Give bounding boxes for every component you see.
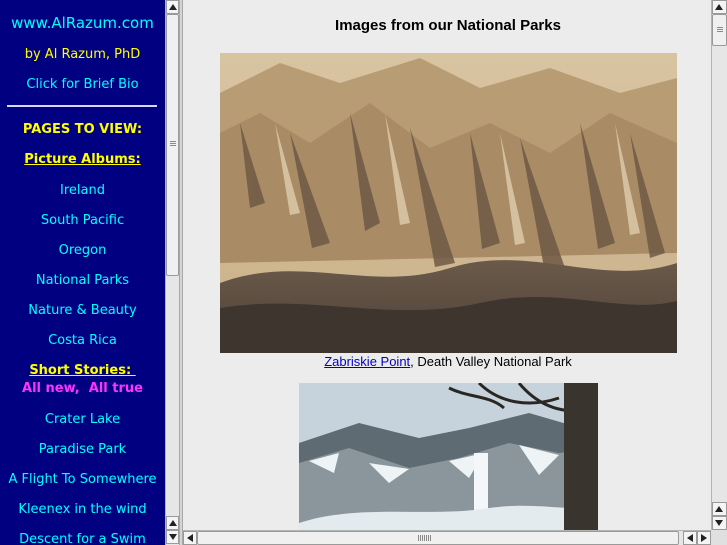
album-link-south-pacific[interactable]: South Pacific bbox=[0, 213, 165, 229]
main-content-frame: Images from our National Parks Zabriskie… bbox=[183, 0, 711, 530]
arrow-up-icon bbox=[169, 4, 177, 10]
scroll-left-button[interactable] bbox=[183, 531, 197, 545]
arrow-up-icon bbox=[715, 506, 723, 512]
main-frame-scrollbar[interactable] bbox=[711, 0, 727, 545]
brief-bio-link[interactable]: Click for Brief Bio bbox=[0, 77, 165, 93]
zabriskie-point-photo bbox=[220, 53, 677, 353]
scroll-down-button[interactable] bbox=[166, 530, 179, 544]
site-name-link[interactable]: www.AlRazum.com bbox=[0, 15, 165, 31]
sidebar-divider bbox=[7, 105, 157, 107]
scroll-right-button[interactable] bbox=[697, 531, 711, 545]
arrow-down-icon bbox=[169, 534, 177, 540]
arrow-up-icon bbox=[169, 520, 177, 526]
arrow-down-icon bbox=[715, 520, 723, 526]
scroll-up-button-lower[interactable] bbox=[712, 502, 727, 516]
arrow-up-icon bbox=[715, 4, 723, 10]
photo-caption: Zabriskie Point, Death Valley National P… bbox=[183, 354, 711, 369]
story-link-flight-to-somewhere[interactable]: A Flight To Somewhere bbox=[0, 472, 165, 488]
yosemite-winter-photo bbox=[299, 383, 598, 530]
scrollbar-corner bbox=[711, 530, 727, 545]
arrow-left-icon bbox=[687, 534, 693, 542]
main-horizontal-scrollbar[interactable] bbox=[183, 530, 711, 545]
album-link-oregon[interactable]: Oregon bbox=[0, 243, 165, 259]
scroll-up-button[interactable] bbox=[712, 0, 727, 14]
album-link-ireland[interactable]: Ireland bbox=[0, 183, 165, 199]
caption-text: , Death Valley National Park bbox=[410, 354, 572, 369]
stories-subheading: All new, All true bbox=[22, 381, 143, 396]
scrollbar-thumb[interactable] bbox=[166, 14, 179, 276]
scroll-left-button-right[interactable] bbox=[683, 531, 697, 545]
horizontal-scrollbar-thumb[interactable] bbox=[197, 531, 679, 545]
pages-heading: PAGES TO VIEW: bbox=[22, 122, 143, 137]
scroll-up-button-lower[interactable] bbox=[166, 516, 179, 530]
left-navigation-frame: www.AlRazum.com by Al Razum, PhD Click f… bbox=[0, 0, 165, 545]
arrow-left-icon bbox=[187, 534, 193, 542]
scroll-up-button[interactable] bbox=[166, 0, 179, 14]
scrollbar-thumb[interactable] bbox=[712, 14, 727, 46]
arrow-right-icon bbox=[701, 534, 707, 542]
album-link-costa-rica[interactable]: Costa Rica bbox=[0, 333, 165, 349]
album-link-nature-beauty[interactable]: Nature & Beauty bbox=[0, 303, 165, 319]
left-frame-scrollbar[interactable] bbox=[165, 0, 179, 545]
page-title: Images from our National Parks bbox=[335, 17, 561, 34]
story-link-crater-lake[interactable]: Crater Lake bbox=[0, 412, 165, 428]
short-stories-link[interactable]: Short Stories: bbox=[0, 363, 165, 379]
album-link-national-parks[interactable]: National Parks bbox=[0, 273, 165, 289]
scroll-down-button[interactable] bbox=[712, 516, 727, 530]
picture-albums-link[interactable]: Picture Albums: bbox=[0, 152, 165, 168]
author-name: by Al Razum, PhD bbox=[24, 47, 141, 62]
zabriskie-point-link[interactable]: Zabriskie Point bbox=[324, 354, 410, 369]
story-link-paradise-park[interactable]: Paradise Park bbox=[0, 442, 165, 458]
story-link-kleenex-in-the-wind[interactable]: Kleenex in the wind bbox=[0, 502, 165, 518]
story-link-descent-for-a-swim[interactable]: Descent for a Swim bbox=[0, 532, 165, 545]
